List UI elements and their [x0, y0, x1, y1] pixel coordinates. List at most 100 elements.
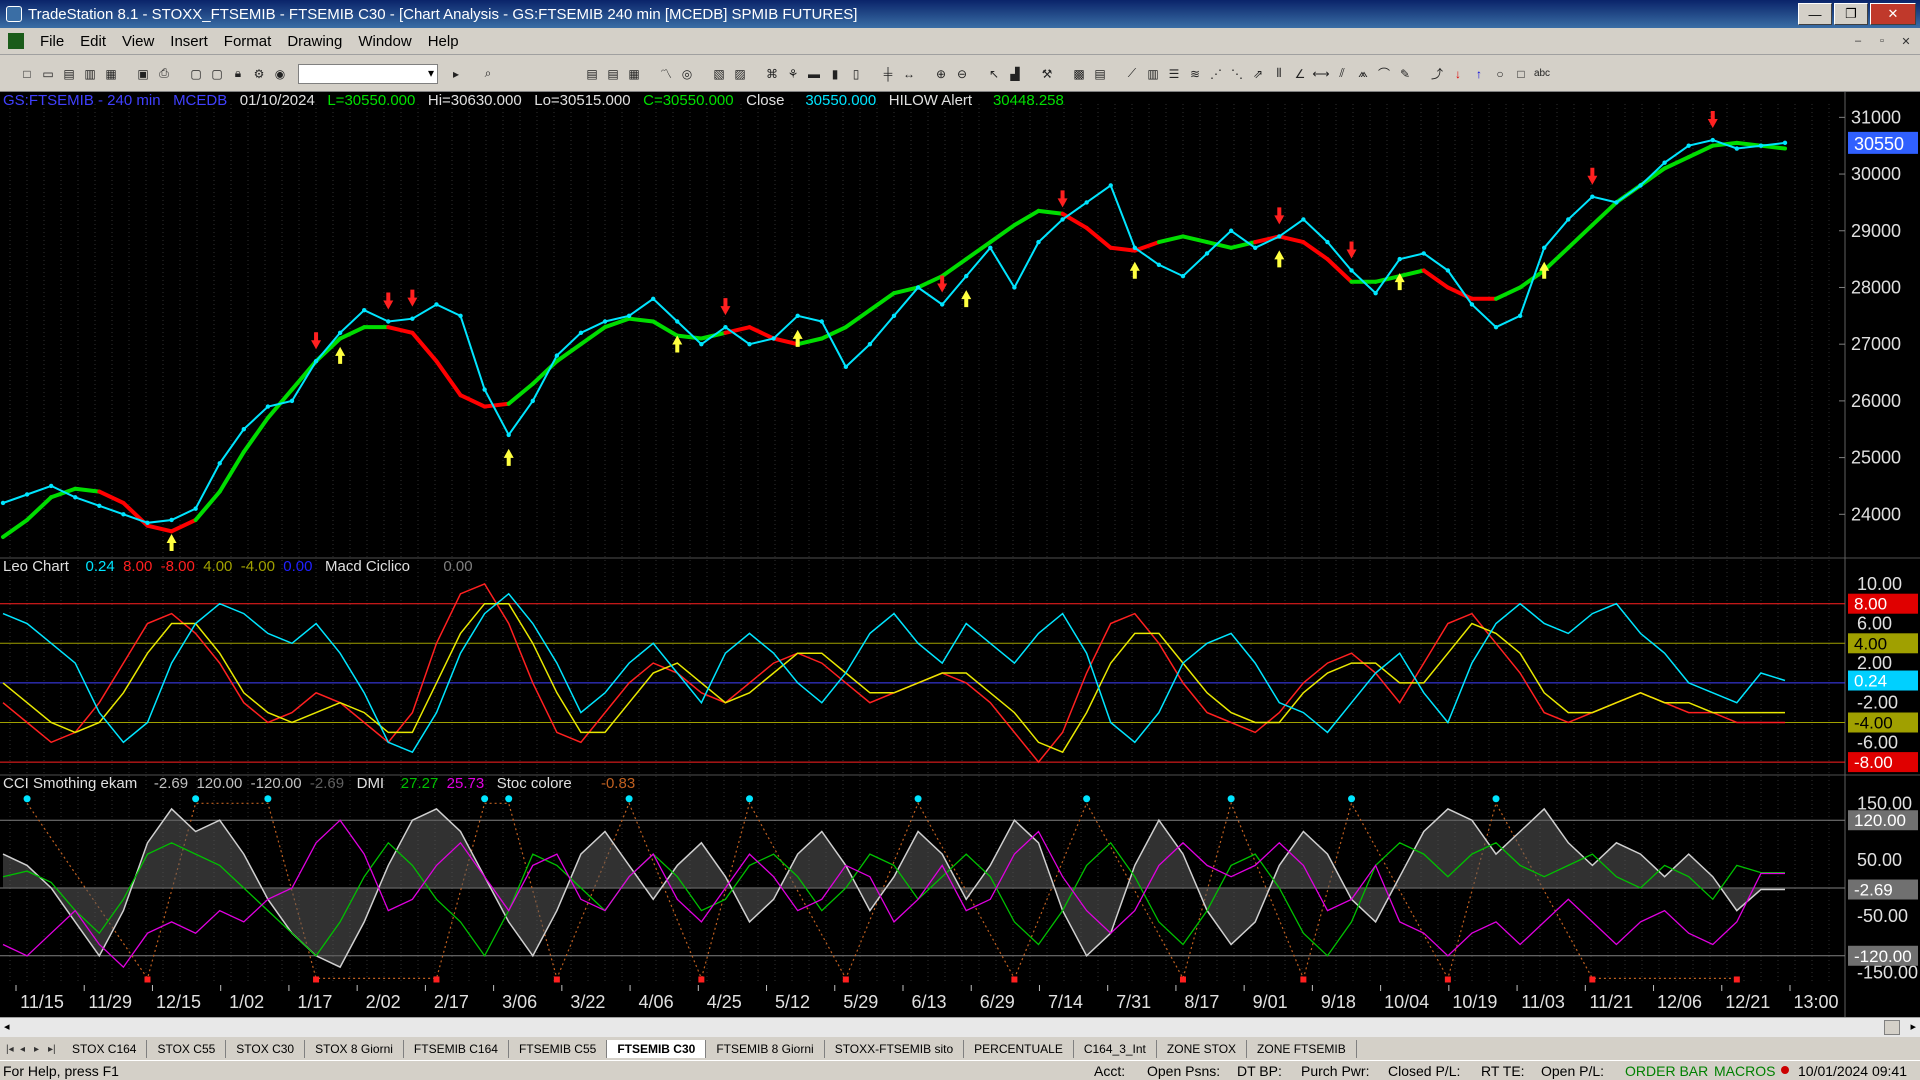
play-icon[interactable]: ▸ — [447, 65, 465, 83]
mdi-minimize-button[interactable]: – — [1848, 32, 1868, 50]
scroll-left-icon[interactable]: ◂ — [4, 1020, 10, 1033]
layout-3-icon[interactable]: ▦ — [625, 65, 643, 83]
zoom-in-icon[interactable]: ⊕ — [932, 65, 950, 83]
ohlc-icon[interactable]: ╪ — [879, 65, 897, 83]
regression-icon[interactable]: ⋱ — [1228, 65, 1246, 83]
speed-lines-icon[interactable]: ≋ — [1186, 65, 1204, 83]
date-axis-label: 6/29 — [980, 992, 1015, 1012]
mdi-close-button[interactable]: ✕ — [1896, 32, 1916, 50]
curve-icon[interactable]: ⤴ — [1428, 65, 1446, 83]
menu-format[interactable]: Format — [216, 33, 280, 50]
tab-stox-c164[interactable]: STOX C164 — [62, 1040, 148, 1058]
menu-help[interactable]: Help — [420, 33, 467, 50]
chart-area[interactable]: 31000 30000 29000 28000 27000 26000 25000 24000… — [0, 92, 1920, 1036]
tab-last-icon[interactable]: ▸| — [48, 1044, 62, 1055]
minimize-button[interactable]: — — [1798, 3, 1832, 25]
palette-icon[interactable]: ◉ — [271, 65, 289, 83]
mdi-restore-button[interactable]: ▫ — [1872, 32, 1892, 50]
chart-document-icon[interactable] — [8, 33, 24, 49]
gann-icon[interactable]: ▥ — [1144, 65, 1162, 83]
menu-window[interactable]: Window — [350, 33, 419, 50]
lock-icon[interactable]: 🔒︎ — [229, 65, 247, 83]
channel-icon[interactable]: ⫽ — [1333, 65, 1351, 83]
chart-svg[interactable]: 31000 30000 29000 28000 27000 26000 25000 24000… — [0, 92, 1920, 1017]
tab-stoxx-ftsemib-sito[interactable]: STOXX-FTSEMIB sito — [825, 1040, 965, 1058]
tab-ftsemib-8-giorni[interactable]: FTSEMIB 8 Giorni — [706, 1040, 825, 1058]
tab-ftsemib-c30[interactable]: FTSEMIB C30 — [607, 1040, 707, 1058]
tab-stox-c55[interactable]: STOX C55 — [147, 1040, 227, 1058]
scroll-thumb[interactable] — [1884, 1020, 1900, 1035]
pencil-icon[interactable]: ✎ — [1396, 65, 1414, 83]
new-icon[interactable]: □ — [18, 65, 36, 83]
insert-icon[interactable]: ▨ — [731, 65, 749, 83]
bar-chart-icon[interactable]: ▮ — [826, 65, 844, 83]
fan-icon[interactable]: ⩕ — [1354, 65, 1372, 83]
open-workspace-icon[interactable]: ▥ — [81, 65, 99, 83]
tab-percentuale[interactable]: PERCENTUALE — [964, 1040, 1074, 1058]
menu-insert[interactable]: Insert — [162, 33, 216, 50]
pointer-icon[interactable]: ↖ — [985, 65, 1003, 83]
folder-icon[interactable]: ▦ — [102, 65, 120, 83]
cycle-icon[interactable]: ⦀ — [1270, 65, 1288, 83]
tab-stox-c30[interactable]: STOX C30 — [226, 1040, 306, 1058]
tab-first-icon[interactable]: |◂ — [6, 1044, 20, 1055]
close-button[interactable]: ✕ — [1870, 3, 1916, 25]
windows-icon[interactable]: ▢ — [208, 65, 226, 83]
save-icon[interactable]: ▣ — [134, 65, 152, 83]
layout-1-icon[interactable]: ▤ — [583, 65, 601, 83]
chart-analysis-icon[interactable]: 〽 — [657, 65, 675, 83]
strategy-icon[interactable]: ▤ — [1091, 65, 1109, 83]
tab-next-icon[interactable]: ▸ — [34, 1044, 48, 1055]
text-icon[interactable]: abc — [1533, 65, 1551, 83]
scan-icon[interactable]: ⌕ — [479, 65, 497, 83]
arrow-tools-icon[interactable]: ⇗ — [1249, 65, 1267, 83]
title-bar: TradeStation 8.1 - STOXX_FTSEMIB - FTSEM… — [0, 0, 1920, 28]
ellipse-icon[interactable]: ○ — [1491, 65, 1509, 83]
radar-icon[interactable]: ◎ — [678, 65, 696, 83]
data-window-icon[interactable]: ▟ — [1006, 65, 1024, 83]
restore-button[interactable]: ❐ — [1834, 3, 1868, 25]
tab-ftsemib-c55[interactable]: FTSEMIB C55 — [509, 1040, 608, 1058]
price-point — [1132, 245, 1138, 250]
tab-ftsemib-c164[interactable]: FTSEMIB C164 — [404, 1040, 509, 1058]
open-icon[interactable]: ▭ — [39, 65, 57, 83]
angle-icon[interactable]: ∠ — [1291, 65, 1309, 83]
scroll-right-icon[interactable]: ▸ — [1910, 1020, 1916, 1033]
menu-edit[interactable]: Edit — [72, 33, 114, 50]
menu-view[interactable]: View — [114, 33, 162, 50]
analysis-icon[interactable]: ⚘ — [784, 65, 802, 83]
print-icon[interactable]: ⎙ — [155, 65, 173, 83]
up-arrow-icon[interactable]: ↑ — [1470, 65, 1488, 83]
wrench-icon[interactable]: ⚒ — [1038, 65, 1056, 83]
sell-arrow-icon — [407, 289, 418, 307]
tab-c164-3-int[interactable]: C164_3_Int — [1074, 1040, 1157, 1058]
trendline-icon[interactable]: ⟋ — [1123, 65, 1141, 83]
tools-icon[interactable]: ⚙ — [250, 65, 268, 83]
arc-icon[interactable]: ⌒ — [1375, 65, 1393, 83]
down-arrow-icon[interactable]: ↓ — [1449, 65, 1467, 83]
rectangle-icon[interactable]: □ — [1512, 65, 1530, 83]
menu-drawing[interactable]: Drawing — [279, 33, 350, 50]
symbol-combo[interactable] — [298, 63, 438, 84]
andrews-icon[interactable]: ⋰ — [1207, 65, 1225, 83]
line-chart-icon[interactable]: ▬ — [805, 65, 823, 83]
layout-2-icon[interactable]: ▤ — [604, 65, 622, 83]
network-icon[interactable]: ⌘ — [763, 65, 781, 83]
indicator-icon[interactable]: ▩ — [1070, 65, 1088, 83]
status-order-bar[interactable]: ORDER BAR — [1625, 1063, 1708, 1079]
tab-zone-stox[interactable]: ZONE STOX — [1157, 1040, 1248, 1058]
horizontal-line-icon[interactable]: ⟷ — [1312, 65, 1330, 83]
candlestick-icon[interactable]: ▯ — [847, 65, 865, 83]
window-icon[interactable]: ▢ — [187, 65, 205, 83]
fib-icon[interactable]: ☰ — [1165, 65, 1183, 83]
status-macros[interactable]: MACROS — [1714, 1063, 1775, 1079]
tab-zone-ftsemib[interactable]: ZONE FTSEMIB — [1247, 1040, 1357, 1058]
new-workspace-icon[interactable]: ▤ — [60, 65, 78, 83]
spacing-icon[interactable]: ↔ — [900, 65, 918, 83]
horizontal-scrollbar[interactable]: ◂ ▸ — [0, 1017, 1920, 1037]
tab-prev-icon[interactable]: ◂ — [20, 1044, 34, 1055]
tab-stox-8-giorni[interactable]: STOX 8 Giorni — [305, 1040, 404, 1058]
zoom-out-icon[interactable]: ⊖ — [953, 65, 971, 83]
format-icon[interactable]: ▧ — [710, 65, 728, 83]
menu-file[interactable]: File — [32, 33, 72, 50]
